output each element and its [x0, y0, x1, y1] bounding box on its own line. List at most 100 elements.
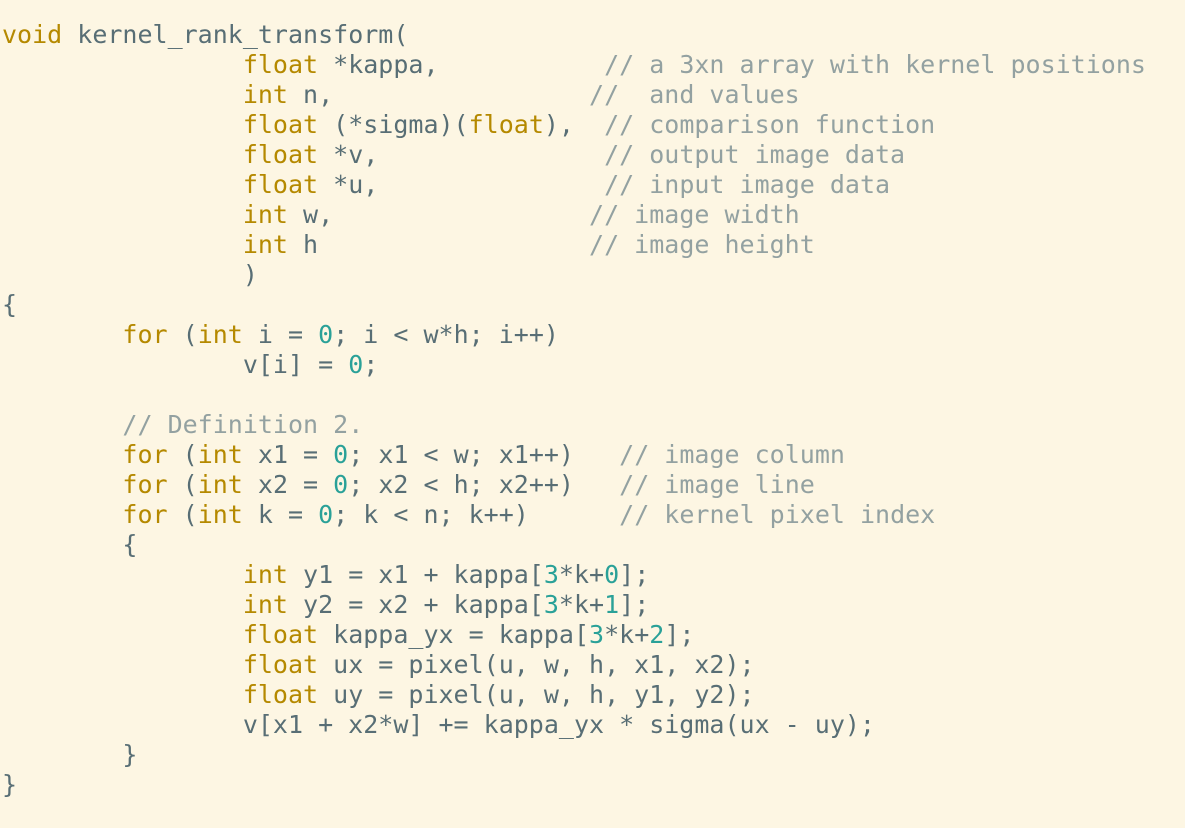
keyword-token: float	[242, 170, 319, 199]
code-line: int y2 = x2 + kappa[3*k+1];	[2, 590, 1185, 620]
number-token: 0	[348, 350, 364, 379]
comment-token: // image width	[589, 200, 800, 229]
keyword-token: int	[242, 560, 288, 589]
code-token: ; k < n; k++)	[333, 500, 620, 529]
code-line: int y1 = x1 + kappa[3*k+0];	[2, 560, 1185, 590]
comment-token: // Definition 2.	[122, 410, 364, 439]
code-token: *u,	[318, 170, 605, 199]
code-line: float (*sigma)(float), // comparison fun…	[2, 110, 1185, 140]
keyword-token: float	[242, 680, 319, 709]
code-line: }	[2, 740, 1185, 770]
number-token: 0	[333, 440, 349, 469]
code-line: v[i] = 0;	[2, 350, 1185, 380]
code-token: ; x1 < w; x1++)	[348, 440, 620, 469]
code-line: for (int x2 = 0; x2 < h; x2++) // image …	[2, 470, 1185, 500]
code-line: float uy = pixel(u, w, h, y1, y2);	[2, 680, 1185, 710]
code-line: int w, // image width	[2, 200, 1185, 230]
code-token: ];	[619, 560, 650, 589]
keyword-token: int	[197, 470, 243, 499]
code-token: y2 = x2 + kappa[	[287, 590, 544, 619]
code-line: float kappa_yx = kappa[3*k+2];	[2, 620, 1185, 650]
number-token: 1	[604, 590, 620, 619]
number-token: 0	[604, 560, 620, 589]
code-line: v[x1 + x2*w] += kappa_yx * sigma(ux - uy…	[2, 710, 1185, 740]
code-token: ; x2 < h; x2++)	[348, 470, 620, 499]
code-token: ];	[664, 620, 695, 649]
comment-token: // output image data	[604, 140, 906, 169]
comment-token: // kernel pixel index	[619, 500, 936, 529]
number-token: 0	[318, 500, 334, 529]
code-token: v[i] =	[2, 350, 349, 379]
code-token: (	[167, 500, 198, 529]
number-token: 0	[318, 320, 334, 349]
code-token: x2 =	[242, 470, 334, 499]
keyword-token: float	[242, 650, 319, 679]
code-line: for (int i = 0; i < w*h; i++)	[2, 320, 1185, 350]
code-token: ),	[543, 110, 605, 139]
keyword-token: int	[197, 500, 243, 529]
keyword-token: int	[242, 200, 288, 229]
code-line: )	[2, 260, 1185, 290]
code-line: float ux = pixel(u, w, h, x1, x2);	[2, 650, 1185, 680]
code-block[interactable]: void kernel_rank_transform( float *kappa…	[2, 20, 1185, 800]
code-token: i =	[242, 320, 319, 349]
code-token: n,	[287, 80, 590, 109]
keyword-token: int	[197, 320, 243, 349]
keyword-token: void	[2, 20, 63, 49]
number-token: 3	[543, 560, 559, 589]
code-token: x1 =	[242, 440, 334, 469]
comment-token: // image height	[589, 230, 815, 259]
code-token: }	[2, 740, 138, 769]
comment-token: // and values	[589, 80, 800, 109]
code-line: int n, // and values	[2, 80, 1185, 110]
comment-token: // image column	[619, 440, 845, 469]
code-token: *k+	[558, 560, 605, 589]
keyword-token: float	[242, 50, 319, 79]
comment-token: // image line	[619, 470, 815, 499]
code-token: w,	[287, 200, 590, 229]
code-token: h	[287, 230, 590, 259]
code-token: kernel_rank_transform(	[62, 20, 409, 49]
code-editor[interactable]: void kernel_rank_transform( float *kappa…	[0, 0, 1185, 828]
code-line: for (int k = 0; k < n; k++) // kernel pi…	[2, 500, 1185, 530]
keyword-token: int	[242, 230, 288, 259]
code-token: v[x1 + x2*w] += kappa_yx * sigma(ux - uy…	[2, 710, 875, 739]
code-token: }	[2, 770, 18, 799]
code-line: // Definition 2.	[2, 410, 1185, 440]
number-token: 0	[333, 470, 349, 499]
comment-token: // comparison function	[604, 110, 936, 139]
keyword-token: int	[197, 440, 243, 469]
number-token: 2	[649, 620, 665, 649]
code-line: }	[2, 770, 1185, 800]
code-line: void kernel_rank_transform(	[2, 20, 1185, 50]
code-token: (	[167, 470, 198, 499]
code-token: *kappa,	[318, 50, 605, 79]
comment-token: // a 3xn array with kernel positions	[604, 50, 1146, 79]
code-token: kappa_yx = kappa[	[318, 620, 590, 649]
keyword-token: float	[242, 140, 319, 169]
code-line: {	[2, 530, 1185, 560]
code-token: ; i < w*h; i++)	[333, 320, 559, 349]
code-token: ];	[619, 590, 650, 619]
code-line: int h // image height	[2, 230, 1185, 260]
code-token: {	[2, 530, 138, 559]
code-token: ;	[363, 350, 379, 379]
number-token: 3	[589, 620, 605, 649]
code-token: uy = pixel(u, w, h, y1, y2);	[318, 680, 755, 709]
